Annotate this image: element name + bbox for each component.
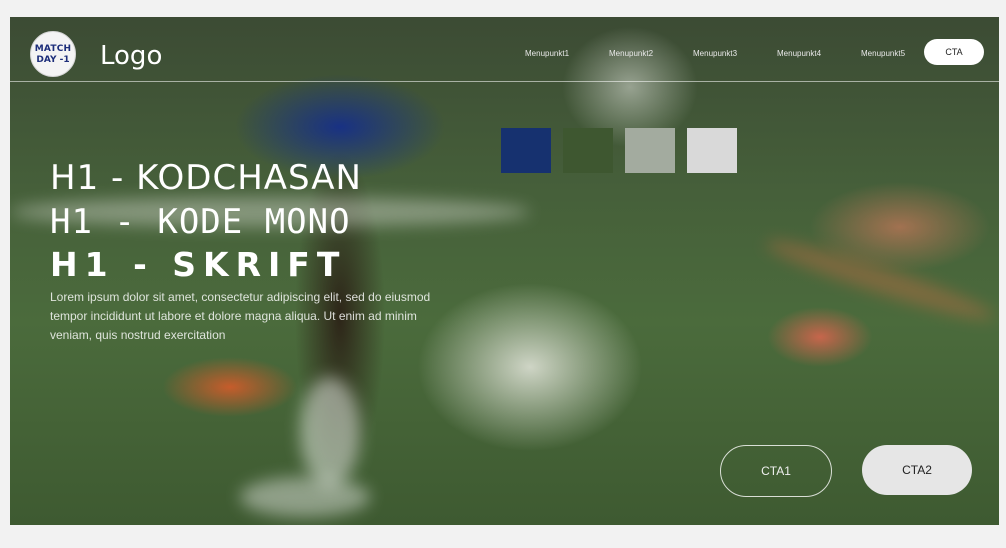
- background-photo-streak: [761, 230, 999, 330]
- cta1-button[interactable]: CTA1: [720, 445, 832, 497]
- background-photo-streak: [300, 377, 360, 487]
- main-menu: Menupunkt1 Menupunkt2 Menupunkt3 Menupun…: [525, 49, 945, 58]
- brand-badge-logo[interactable]: MATCH DAY -1: [30, 31, 76, 77]
- color-swatches: [501, 128, 749, 173]
- logo-text[interactable]: Logo: [100, 41, 162, 71]
- badge-line1: MATCH: [34, 43, 72, 54]
- hero-frame: MATCH DAY -1 Logo Menupunkt1 Menupunkt2 …: [10, 17, 999, 525]
- menu-item-3[interactable]: Menupunkt3: [693, 49, 777, 58]
- swatch-dark-green: [563, 128, 613, 173]
- badge-line2: DAY -1: [36, 54, 70, 65]
- background-photo-streak: [240, 477, 370, 517]
- cta2-button[interactable]: CTA2: [862, 445, 972, 495]
- menu-item-4[interactable]: Menupunkt4: [777, 49, 861, 58]
- swatch-navy: [501, 128, 551, 173]
- top-navbar: MATCH DAY -1 Logo Menupunkt1 Menupunkt2 …: [10, 17, 999, 82]
- heading-kodchasan: H1 - KODCHASAN: [50, 158, 362, 198]
- hero-body-text: Lorem ipsum dolor sit amet, consectetur …: [50, 290, 431, 342]
- nav-cta-button[interactable]: CTA: [924, 39, 984, 65]
- menu-item-2[interactable]: Menupunkt2: [609, 49, 693, 58]
- swatch-grey: [625, 128, 675, 173]
- heading-skrift: H1 - SKRIFT: [50, 245, 347, 284]
- menu-item-1[interactable]: Menupunkt1: [525, 49, 609, 58]
- swatch-light-grey: [687, 128, 737, 173]
- heading-kode-mono: H1 - KODE MONO: [50, 202, 351, 242]
